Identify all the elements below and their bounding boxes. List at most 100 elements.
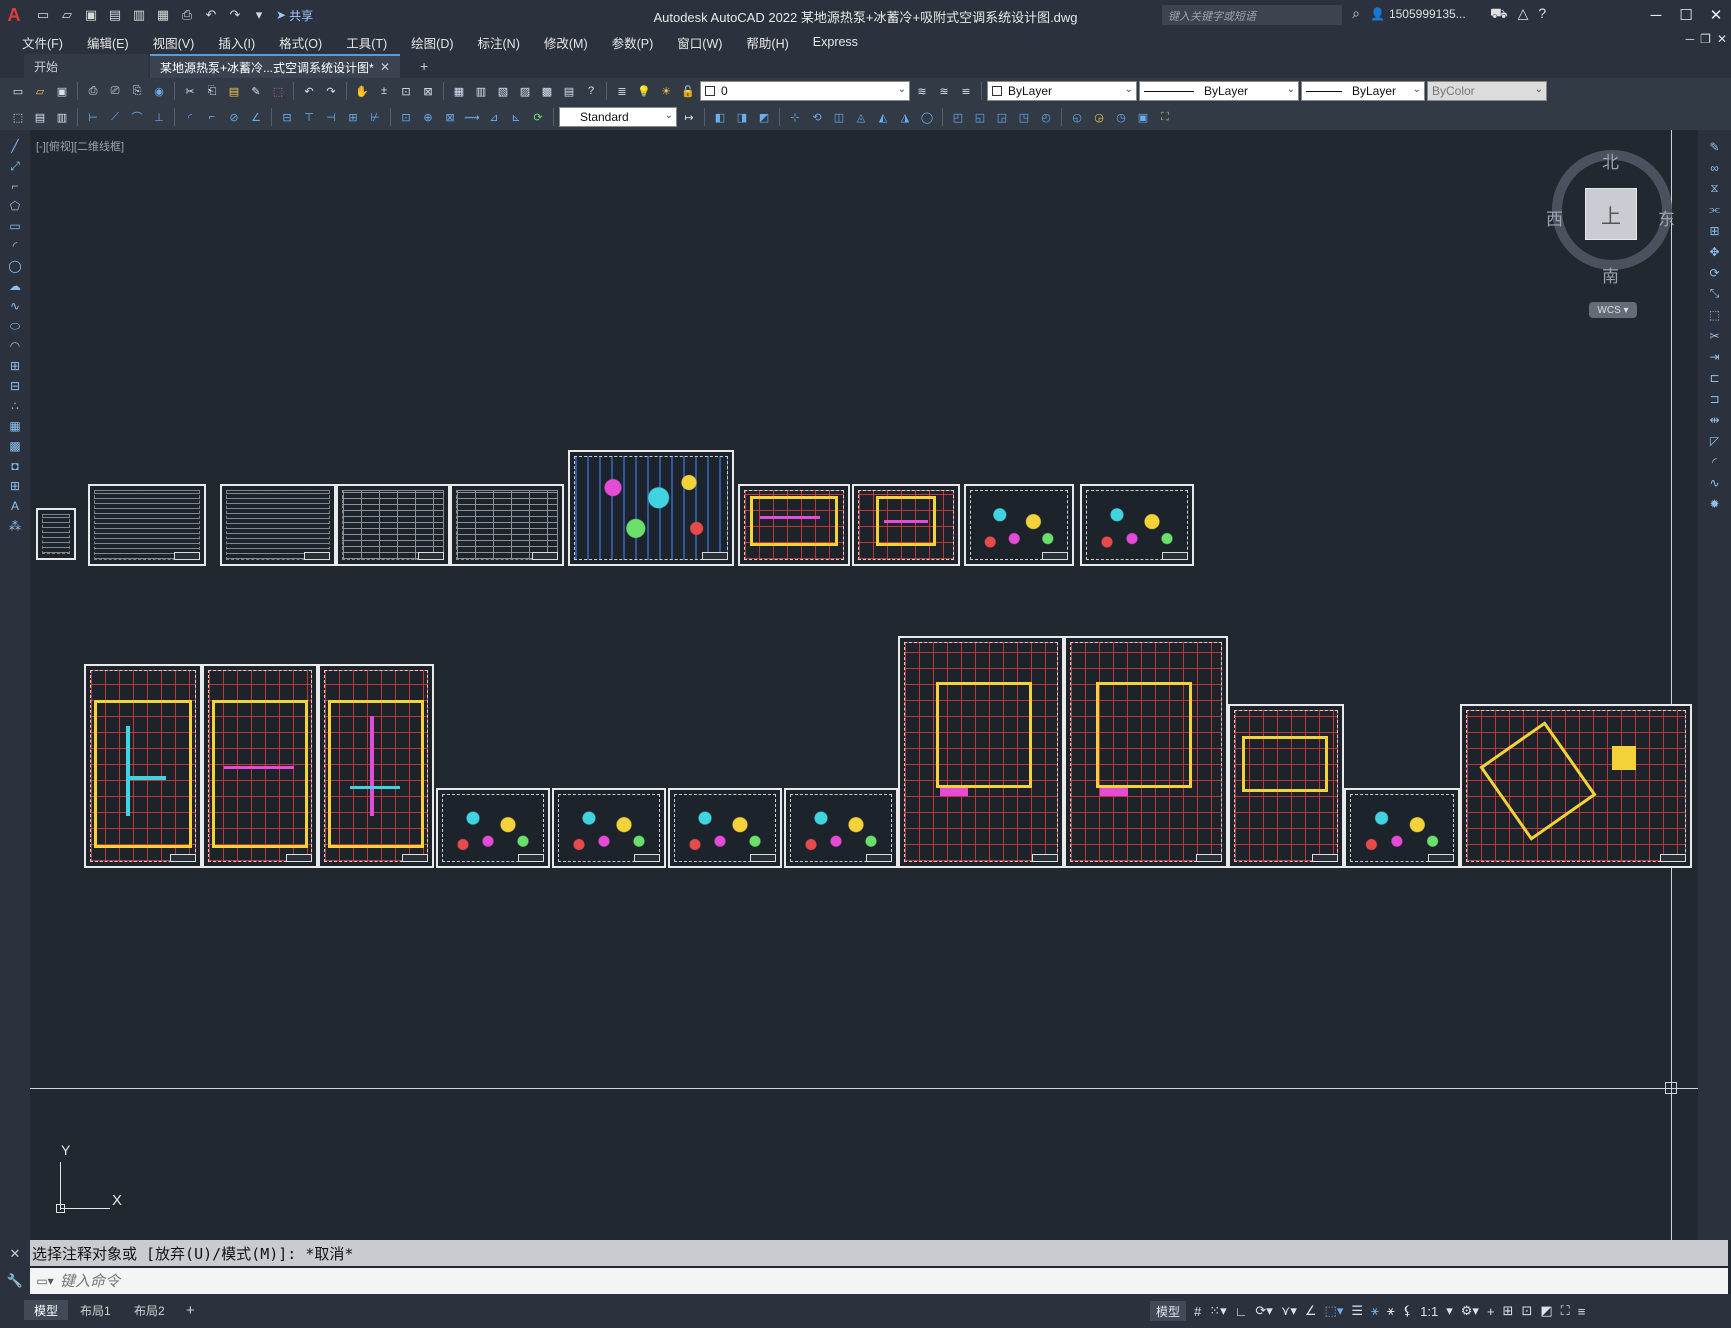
aligned-dimension-icon[interactable]: ⟋ bbox=[105, 107, 125, 127]
menu-dimension[interactable]: 标注(N) bbox=[466, 33, 532, 52]
save-icon[interactable]: ▣ bbox=[80, 4, 102, 26]
menu-modify[interactable]: 修改(M) bbox=[532, 33, 600, 52]
make-current-layer-icon[interactable]: ≋ bbox=[912, 81, 932, 101]
viewcube-top-face[interactable]: 上 bbox=[1585, 188, 1637, 240]
scale-icon[interactable]: ⤡ bbox=[1698, 283, 1731, 304]
rotate-3d-icon[interactable]: ⟲ bbox=[807, 107, 827, 127]
annotation-visibility-icon[interactable]: ⚹ bbox=[1371, 1301, 1379, 1321]
attribute-icon[interactable]: ▥ bbox=[52, 107, 72, 127]
box-icon[interactable]: ◧ bbox=[710, 107, 730, 127]
publish-icon[interactable]: ⎘ bbox=[127, 81, 147, 101]
compass-east[interactable]: 东 bbox=[1658, 205, 1675, 230]
layer-previous-icon[interactable]: ≊ bbox=[934, 81, 954, 101]
layer-on-icon[interactable]: 💡 bbox=[634, 81, 654, 101]
customize-qat-icon[interactable]: ▾ bbox=[248, 4, 270, 26]
quick-properties-icon[interactable]: ⊡ bbox=[1521, 1301, 1532, 1321]
angular-dimension-icon[interactable]: ∠ bbox=[246, 107, 266, 127]
dimension-text-edit-icon[interactable]: ⊾ bbox=[506, 107, 526, 127]
menu-draw[interactable]: 绘图(D) bbox=[399, 33, 465, 52]
drawing-sheet[interactable] bbox=[552, 788, 666, 868]
compass-south[interactable]: 南 bbox=[1602, 262, 1619, 287]
drawing-sheet[interactable] bbox=[1064, 636, 1228, 868]
copy-object-icon[interactable]: ∞ bbox=[1698, 157, 1731, 178]
color-dropdown[interactable]: ByLayer ⌄ bbox=[987, 81, 1137, 101]
layer-dropdown[interactable]: 0 ⌄ bbox=[700, 81, 910, 101]
drawing-sheet[interactable] bbox=[84, 664, 202, 868]
command-input[interactable] bbox=[60, 1272, 1660, 1290]
compass-west[interactable]: 西 bbox=[1546, 205, 1563, 230]
zoom-previous-icon[interactable]: ⊠ bbox=[418, 81, 438, 101]
flatten-icon[interactable]: ◳ bbox=[1014, 107, 1034, 127]
lineweight-icon[interactable]: ☰ bbox=[1351, 1301, 1363, 1321]
new-file-icon[interactable]: ▭ bbox=[32, 4, 54, 26]
table-icon[interactable]: ⊞ bbox=[0, 476, 30, 496]
erase-icon[interactable]: ✎ bbox=[1698, 136, 1731, 157]
drawing-sheet[interactable] bbox=[568, 450, 734, 566]
design-center-icon[interactable]: ▥ bbox=[471, 81, 491, 101]
drawing-sheet[interactable] bbox=[964, 484, 1074, 566]
cylinder-icon[interactable]: ◨ bbox=[732, 107, 752, 127]
tool-palettes-icon[interactable]: ▧ bbox=[493, 81, 513, 101]
tolerance-icon[interactable]: ⊡ bbox=[396, 107, 416, 127]
polygon-icon[interactable]: ⬠ bbox=[0, 196, 30, 216]
open-file-icon[interactable]: ▱ bbox=[56, 4, 78, 26]
drawing-sheet[interactable] bbox=[852, 484, 960, 566]
ellipse-icon[interactable]: ⬭ bbox=[0, 316, 30, 336]
lineweight-dropdown[interactable]: ByLayer ⌄ bbox=[1301, 81, 1425, 101]
autocad-logo-icon[interactable]: A bbox=[0, 0, 28, 30]
ordinate-dimension-icon[interactable]: ⊥ bbox=[149, 107, 169, 127]
jogged-icon[interactable]: ⌐ bbox=[202, 107, 222, 127]
baseline-icon[interactable]: ⊤ bbox=[299, 107, 319, 127]
drawing-sheet[interactable] bbox=[336, 484, 450, 566]
doc-minimize-icon[interactable]: ─ bbox=[1686, 32, 1695, 46]
close-command-line-icon[interactable]: ✕ bbox=[0, 1240, 30, 1267]
spline-icon[interactable]: ∿ bbox=[0, 296, 30, 316]
object-snap-icon[interactable]: ⬚▾ bbox=[1325, 1301, 1344, 1321]
annotation-monitor-icon[interactable]: + bbox=[1487, 1301, 1495, 1321]
region-icon[interactable]: ◘ bbox=[0, 456, 30, 476]
render-icon[interactable]: ◵ bbox=[1067, 107, 1087, 127]
annotation-scale-icon[interactable]: ⚸ bbox=[1403, 1301, 1413, 1321]
zoom-window-icon[interactable]: ⊡ bbox=[396, 81, 416, 101]
menu-window[interactable]: 窗口(W) bbox=[665, 33, 734, 52]
walk-icon[interactable]: ⛶ bbox=[1155, 107, 1175, 127]
undo-icon[interactable]: ↶ bbox=[299, 81, 319, 101]
fillet-icon[interactable]: ◜ bbox=[1698, 451, 1731, 472]
inspection-icon[interactable]: ⊠ bbox=[440, 107, 460, 127]
open-icon[interactable]: ▱ bbox=[30, 81, 50, 101]
menu-format[interactable]: 格式(O) bbox=[267, 33, 334, 52]
polar-icon[interactable]: ⟳▾ bbox=[1255, 1301, 1272, 1321]
layer-freeze-icon[interactable]: ☀ bbox=[656, 81, 676, 101]
menu-parametric[interactable]: 参数(P) bbox=[600, 33, 666, 52]
dimension-edit-icon[interactable]: ⊿ bbox=[484, 107, 504, 127]
customize-icon[interactable]: 🔧 bbox=[0, 1267, 30, 1294]
menu-tools[interactable]: 工具(T) bbox=[334, 33, 399, 52]
paste-icon[interactable]: ▤ bbox=[224, 81, 244, 101]
block-icon[interactable]: ▤ bbox=[30, 107, 50, 127]
drawing-sheet[interactable] bbox=[784, 788, 898, 868]
camera-icon[interactable]: ▣ bbox=[1133, 107, 1153, 127]
make-block-icon[interactable]: ⊟ bbox=[0, 376, 30, 396]
block-editor-icon[interactable]: ⬚ bbox=[268, 81, 288, 101]
search-input[interactable]: 键入关键字或短语 bbox=[1162, 5, 1342, 25]
doc-close-icon[interactable]: ✕ bbox=[1717, 32, 1727, 46]
drawing-sheet[interactable] bbox=[668, 788, 782, 868]
annotation-scale-value[interactable]: 1:1 bbox=[1420, 1301, 1438, 1321]
properties-icon[interactable]: ▦ bbox=[449, 81, 469, 101]
revision-cloud-icon[interactable]: ☁ bbox=[0, 276, 30, 296]
user-account[interactable]: 👤 1505999135... bbox=[1370, 7, 1466, 21]
array-3d-icon[interactable]: ◭ bbox=[873, 107, 893, 127]
drawing-sheet[interactable] bbox=[318, 664, 434, 868]
quickcalc-icon[interactable]: ▤ bbox=[559, 81, 579, 101]
help-icon[interactable]: ? bbox=[1538, 5, 1546, 24]
drawing-sheet[interactable] bbox=[1228, 704, 1344, 868]
tab-drawing[interactable]: 某地源热泵+冰蓄冷...式空调系统设计图* ✕ bbox=[150, 54, 400, 78]
model-space-button[interactable]: 模型 bbox=[1150, 1301, 1187, 1321]
point-icon[interactable]: ∴ bbox=[0, 396, 30, 416]
join-icon[interactable]: ⇹ bbox=[1698, 409, 1731, 430]
drawing-sheet[interactable] bbox=[1080, 484, 1194, 566]
tab-model[interactable]: 模型 bbox=[24, 1300, 69, 1320]
share-button[interactable]: ➤ 共享 bbox=[276, 7, 313, 24]
auto-scale-icon[interactable]: ⚹ bbox=[1387, 1301, 1395, 1321]
extrude-icon[interactable]: ◮ bbox=[895, 107, 915, 127]
